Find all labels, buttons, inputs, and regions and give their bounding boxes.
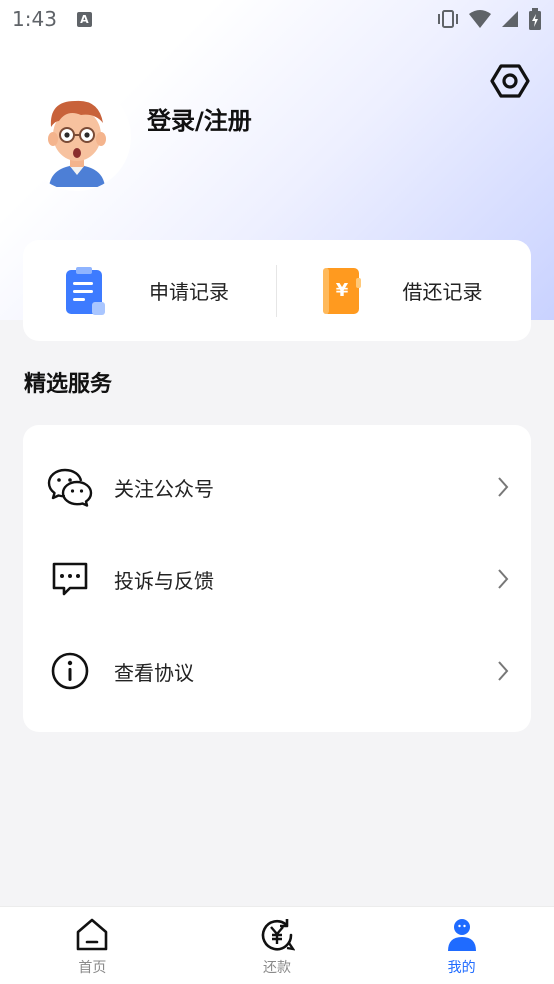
repay-icon [257,915,297,955]
apply-records-label: 申请记录 [149,280,229,304]
apply-records-button[interactable]: 申请记录 [23,240,276,341]
records-card: 申请记录 ¥ 借还记录 [23,240,531,341]
follow-official-account-label: 关注公众号 [114,476,214,501]
battery-icon [529,8,541,30]
status-bar: 1:43 A [0,0,554,38]
loan-records-label: 借还记录 [402,280,483,304]
chevron-right-icon [493,659,513,683]
wechat-icon [47,464,93,510]
tab-repay[interactable]: 还款 [185,907,370,984]
yuan-notebook-icon: ¥ [319,266,363,316]
notification-icon: A [76,11,92,27]
chevron-right-icon [493,475,513,499]
wifi-icon [469,10,491,28]
home-icon [72,915,112,955]
login-register-link[interactable]: 登录/注册 [147,101,252,136]
tab-mine-label: 我的 [447,960,476,976]
tab-home-label: 首页 [78,960,107,976]
loan-records-button[interactable]: ¥ 借还记录 [277,240,532,341]
settings-icon [490,64,530,98]
complaint-feedback-item[interactable]: 投诉与反馈 [23,533,531,625]
status-time: 1:43 [12,7,57,31]
info-icon [47,648,93,694]
profile-icon [442,915,482,955]
tab-mine[interactable]: 我的 [369,907,554,984]
follow-official-account-item[interactable]: 关注公众号 [23,441,531,533]
clipboard-icon [63,266,107,316]
feedback-message-icon [47,556,93,602]
avatar[interactable] [23,83,131,191]
tab-home[interactable]: 首页 [0,907,185,984]
services-card: 关注公众号 投诉与反馈 查看协议 [23,425,531,732]
view-agreement-label: 查看协议 [114,660,194,685]
bottom-tab-bar: 首页 还款 我的 [0,906,554,984]
cartoon-avatar-image [48,100,106,187]
tab-repay-label: 还款 [263,960,291,976]
services-section-title: 精选服务 [24,372,113,397]
status-icons [436,8,542,30]
settings-button[interactable] [488,60,532,102]
chevron-right-icon [493,567,513,591]
complaint-feedback-label: 投诉与反馈 [114,568,214,593]
svg-text:¥: ¥ [335,280,348,301]
vibrate-icon [438,10,458,28]
signal-icon [502,11,518,27]
view-agreement-item[interactable]: 查看协议 [23,625,531,717]
